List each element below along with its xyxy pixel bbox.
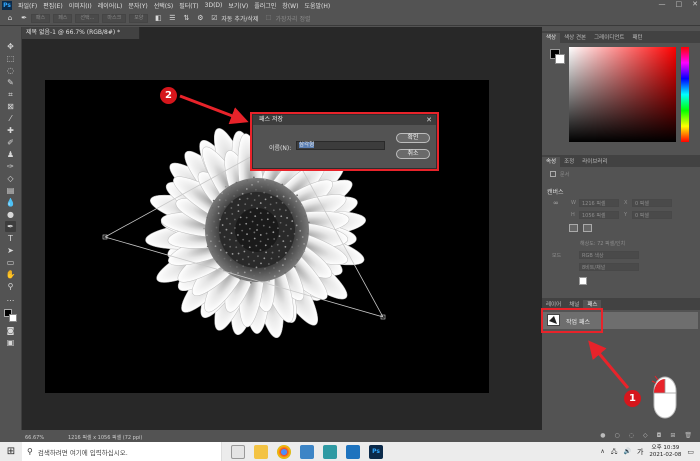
mouse-click-icon: [651, 375, 679, 420]
photoshop-taskbar-icon[interactable]: Ps: [369, 444, 383, 459]
notifications-icon[interactable]: ▭: [687, 448, 694, 456]
word-icon[interactable]: [300, 444, 314, 459]
app-icon[interactable]: [323, 444, 337, 459]
clock-time: 오후 10:39: [651, 444, 680, 451]
clock[interactable]: 오후 10:39 2021-02-08: [649, 445, 681, 459]
windows-start-icon[interactable]: ⊞: [0, 446, 22, 457]
windows-taskbar: ⊞ ⚲ 검색하려면 여기에 입력하십시오. Ps ∧ 🖧 🔊 가 오후 10:3…: [0, 442, 700, 461]
network-icon[interactable]: 🖧: [611, 447, 618, 457]
volume-icon[interactable]: 🔊: [623, 448, 630, 455]
chrome-icon[interactable]: [277, 444, 291, 459]
task-view-icon[interactable]: [231, 444, 245, 459]
file-explorer-icon[interactable]: [254, 444, 268, 459]
annotation-arrows: [179, 94, 630, 389]
clock-date: 2021-02-08: [649, 451, 682, 458]
search-placeholder: 검색하려면 여기에 입력하십시오.: [37, 448, 128, 457]
mail-icon[interactable]: [346, 444, 360, 459]
tray-chevron-icon[interactable]: ∧: [600, 448, 604, 455]
search-icon: ⚲: [27, 447, 33, 456]
taskbar-search-box[interactable]: ⚲ 검색하려면 여기에 입력하십시오.: [22, 442, 222, 461]
ime-language[interactable]: 가: [637, 447, 643, 457]
